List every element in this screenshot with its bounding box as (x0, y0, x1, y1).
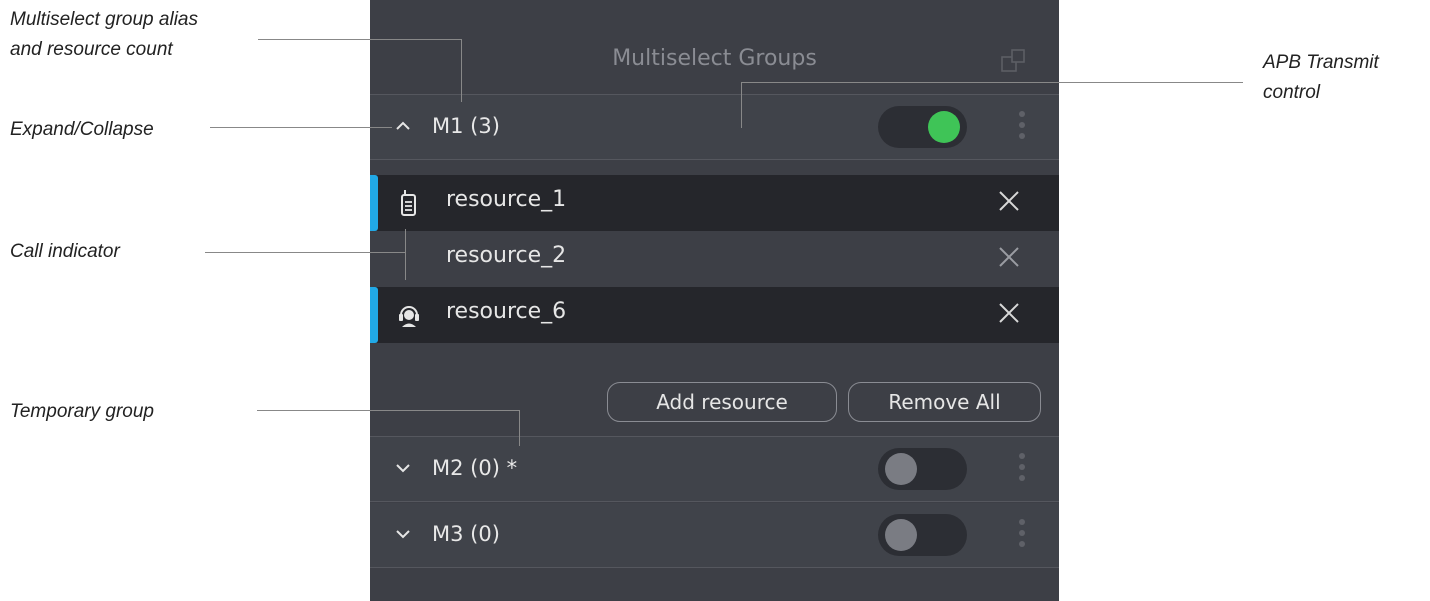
toggle-knob (885, 453, 917, 485)
callout-group-alias-line1: Multiselect group alias (10, 9, 198, 30)
group-row-m1[interactable]: M1 (3) (370, 95, 1059, 160)
chevron-up-icon[interactable] (395, 118, 411, 134)
leader-line (741, 82, 742, 128)
call-indicator (370, 287, 378, 343)
callout-apb-line2: control (1263, 82, 1321, 103)
toggle-knob (928, 111, 960, 143)
multiselect-groups-panel: Multiselect Groups M1 (3) resource_1 res… (370, 0, 1059, 601)
more-options-icon[interactable] (1016, 111, 1028, 145)
remove-all-button[interactable]: Remove All (848, 382, 1041, 422)
group-row-m3[interactable]: M3 (0) (370, 503, 1059, 568)
leader-line (210, 127, 392, 128)
resource-row[interactable]: resource_1 (370, 175, 1059, 231)
leader-line (461, 39, 462, 102)
group-label: M1 (3) (432, 114, 500, 138)
leader-line (519, 410, 520, 446)
panel-header: Multiselect Groups (370, 0, 1059, 95)
popout-icon[interactable] (1000, 47, 1030, 77)
resource-row[interactable]: resource_2 (370, 231, 1059, 287)
group-m1-resources: resource_1 resource_2 resource_6 Add res… (370, 160, 1059, 437)
leader-line (741, 82, 1243, 83)
group-label: M3 (0) (432, 522, 500, 546)
more-options-icon[interactable] (1016, 519, 1028, 553)
panel-title: Multiselect Groups (612, 46, 817, 71)
chevron-down-icon[interactable] (395, 460, 411, 476)
apb-transmit-toggle[interactable] (878, 514, 967, 556)
leader-line (205, 252, 406, 253)
toggle-knob (885, 519, 917, 551)
callout-apb-transmit: APB Transmit control (1263, 48, 1379, 108)
callout-apb-line1: APB Transmit (1263, 52, 1379, 73)
chevron-down-icon[interactable] (395, 526, 411, 542)
leader-line (257, 410, 520, 411)
callout-expand-collapse: Expand/Collapse (10, 119, 154, 140)
apb-transmit-toggle[interactable] (878, 106, 967, 148)
resource-row[interactable]: resource_6 (370, 287, 1059, 343)
remove-resource-icon[interactable] (997, 189, 1021, 213)
callout-temporary-group: Temporary group (10, 401, 154, 422)
resource-name: resource_2 (446, 243, 567, 268)
callout-call-indicator: Call indicator (10, 241, 120, 262)
call-indicator (370, 175, 378, 231)
more-options-icon[interactable] (1016, 453, 1028, 487)
apb-transmit-toggle[interactable] (878, 448, 967, 490)
callout-group-alias: Multiselect group alias and resource cou… (10, 5, 198, 65)
radio-icon (401, 190, 416, 216)
leader-line (405, 229, 406, 280)
leader-line (258, 39, 462, 40)
remove-resource-icon[interactable] (997, 245, 1021, 269)
group-label: M2 (0) * (432, 456, 518, 480)
resource-name: resource_1 (446, 187, 567, 212)
remove-resource-icon[interactable] (997, 301, 1021, 325)
group-row-m2[interactable]: M2 (0) * (370, 437, 1059, 502)
add-resource-button[interactable]: Add resource (607, 382, 837, 422)
callout-group-alias-line2: and resource count (10, 39, 173, 60)
resource-name: resource_6 (446, 299, 567, 324)
operator-headset-icon (399, 306, 419, 327)
